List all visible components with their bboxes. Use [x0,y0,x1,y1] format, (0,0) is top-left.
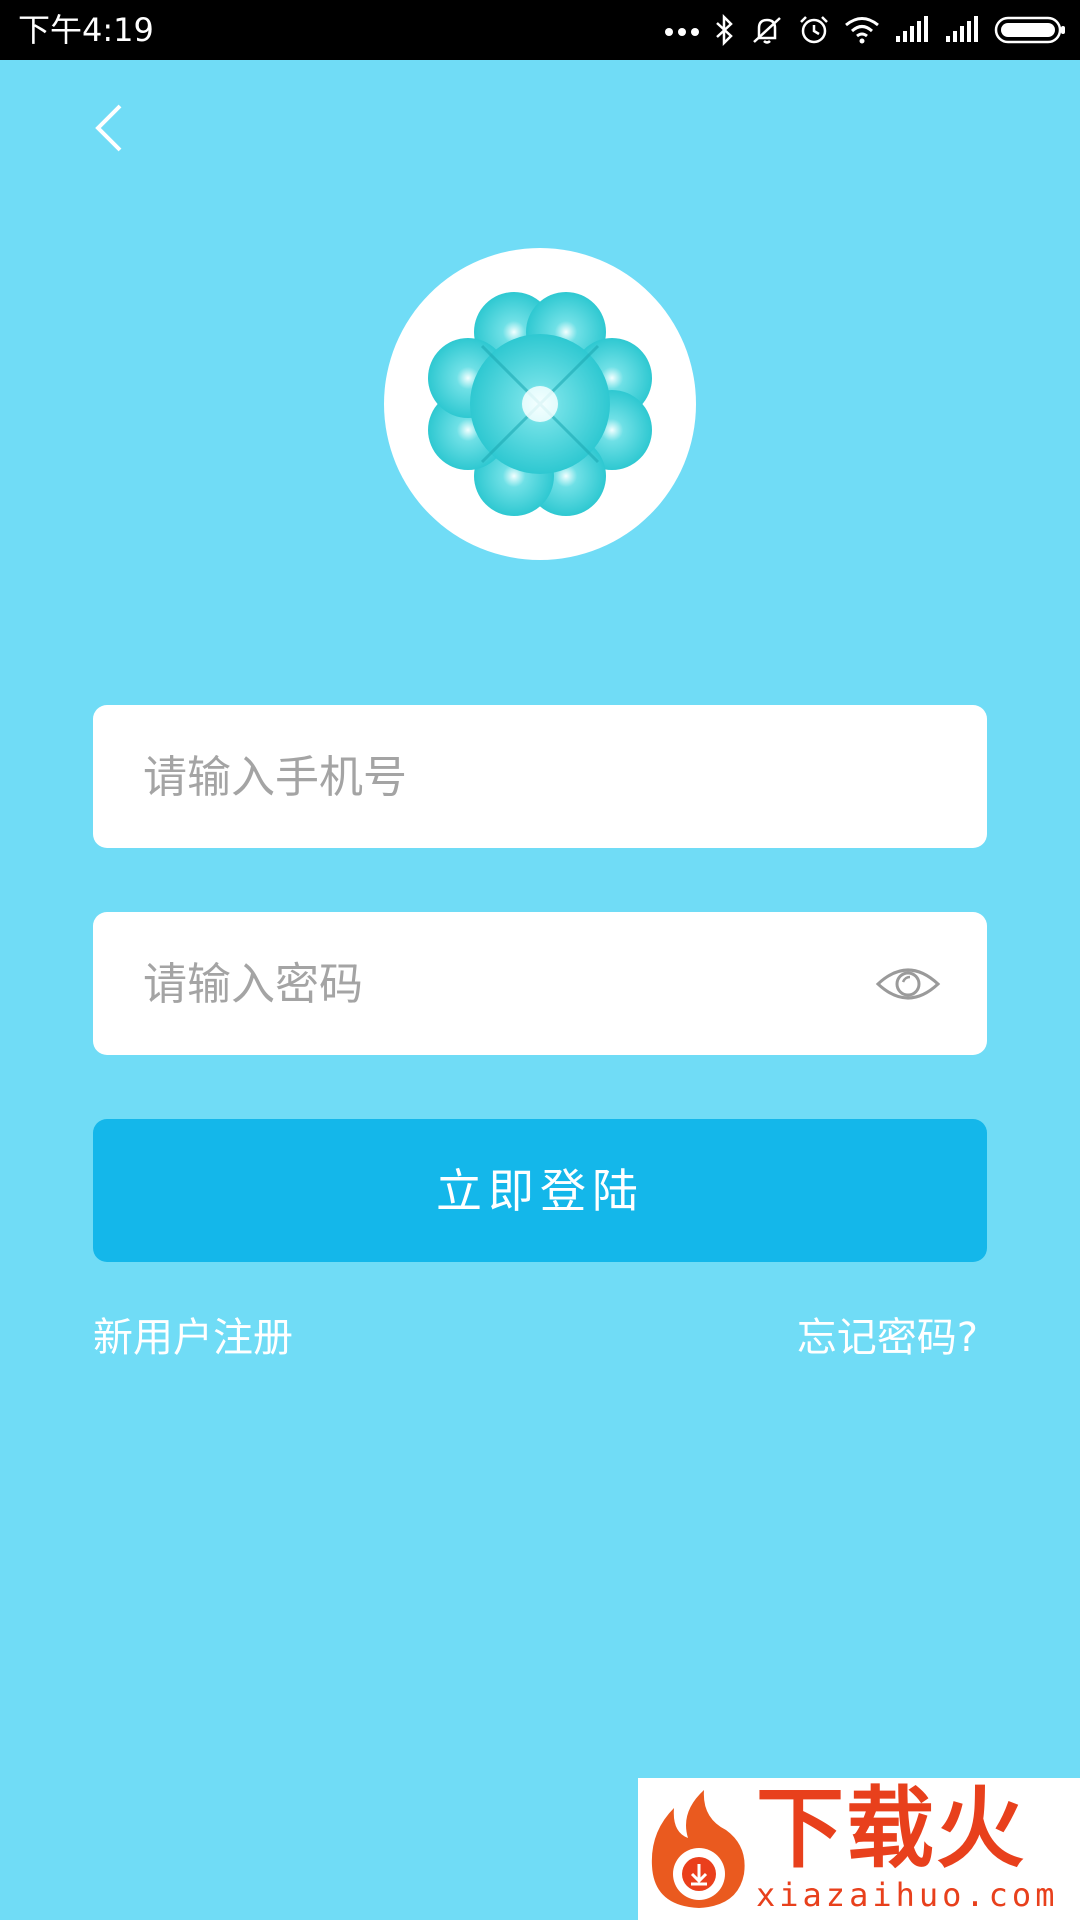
signal-icon [894,16,930,44]
login-button[interactable]: 立即登陆 [93,1119,987,1262]
forgot-password-link[interactable]: 忘记密码? [797,1312,978,1364]
status-icons [664,0,1068,60]
password-input[interactable] [141,912,885,1057]
watermark: 下载火 xiazaihuo.com [638,1777,1080,1920]
alarm-icon [798,14,830,46]
phone-input[interactable] [141,705,885,850]
bluetooth-icon [714,14,736,46]
register-link[interactable]: 新用户注册 [93,1312,293,1364]
status-time: 下午4:19 [18,11,154,49]
wifi-icon [844,16,880,44]
chevron-left-icon [88,104,132,162]
signal-icon [944,16,980,44]
status-bar: 下午4:19 [0,0,1080,60]
phone-field-container [93,705,987,850]
more-dots-icon [664,24,700,36]
back-button[interactable] [88,98,132,158]
password-field-container [93,912,987,1057]
battery-icon [994,15,1068,45]
silent-icon [750,14,784,46]
eye-icon[interactable] [875,956,941,1012]
watermark-site: xiazaihuo.com [756,1876,1059,1914]
app-logo [384,248,696,560]
watermark-brand: 下载火 [756,1777,1027,1880]
